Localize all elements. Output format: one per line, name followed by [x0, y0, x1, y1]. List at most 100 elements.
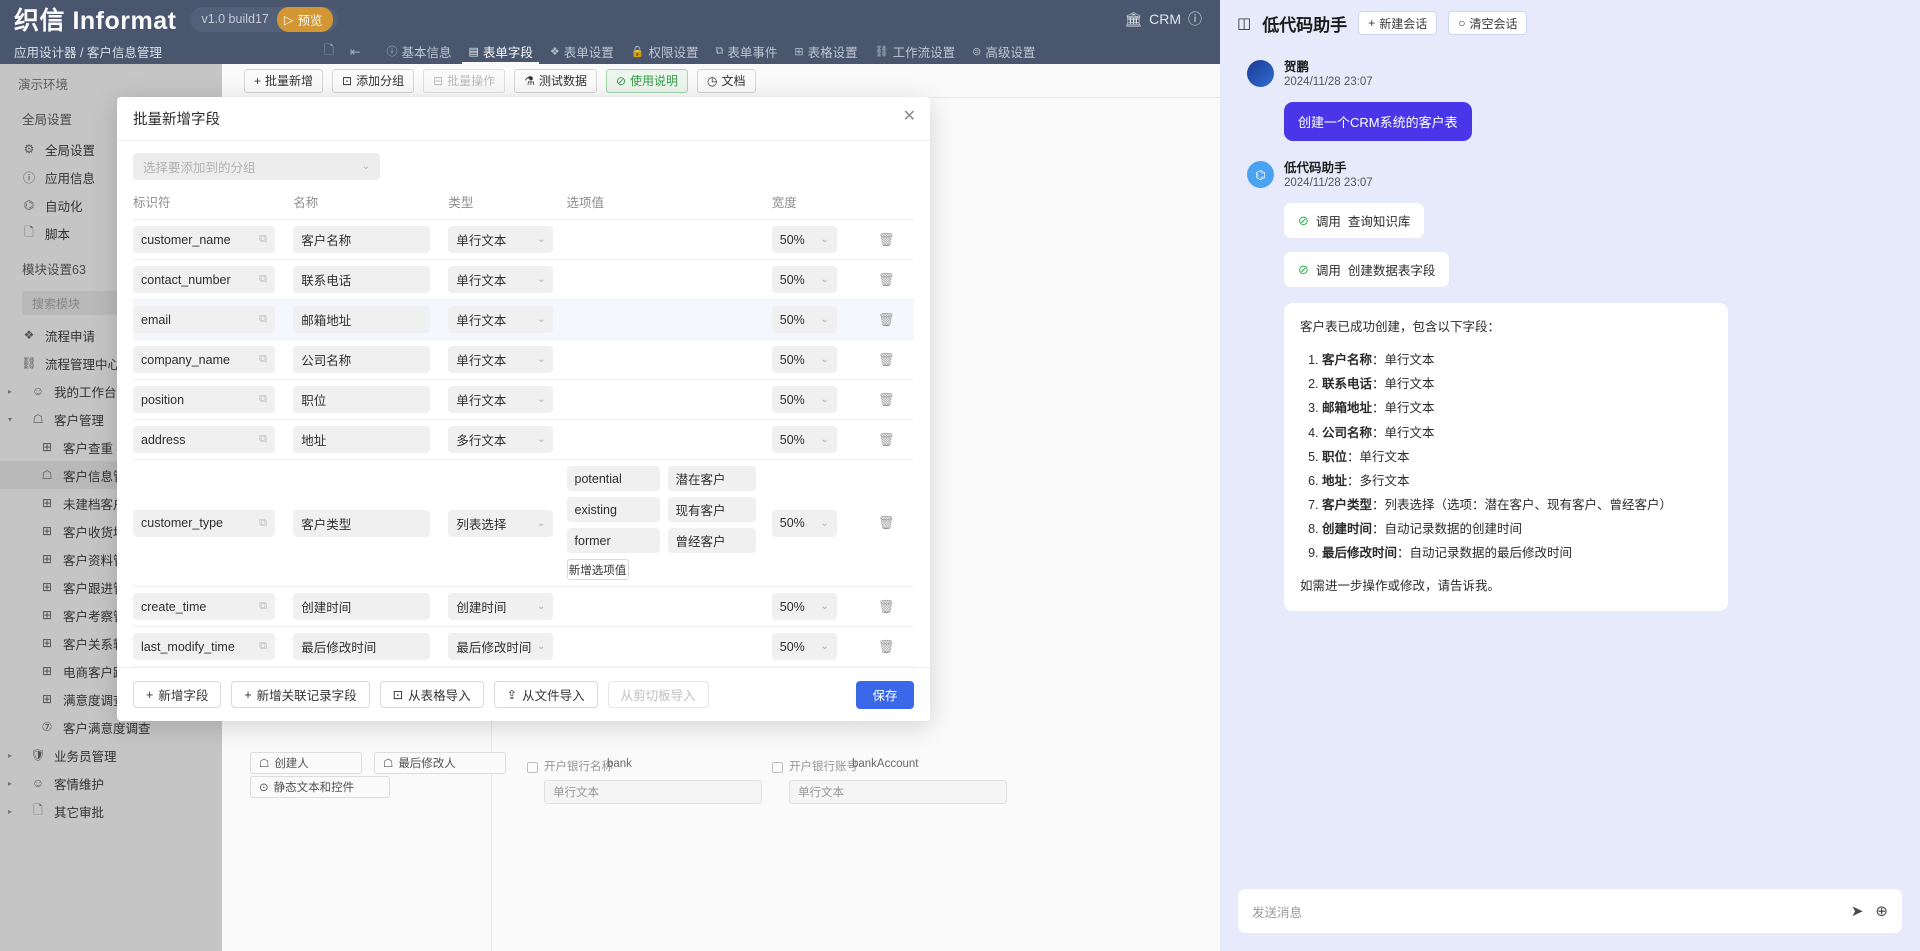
copy-icon[interactable]: ⧉ [259, 517, 267, 530]
name-input[interactable]: 地址 [293, 426, 430, 453]
clear-session-button[interactable]: ○ 清空会话 [1448, 11, 1527, 35]
add-linked-record-field-button[interactable]: + 新增关联记录字段 [231, 681, 369, 708]
copy-icon[interactable]: ⧉ [259, 313, 267, 326]
identifier-input[interactable]: contact_number⧉ [133, 266, 275, 293]
identifier-input[interactable]: customer_type⧉ [133, 510, 275, 537]
user-name: 贺鹏 [1284, 60, 1373, 75]
copy-icon[interactable]: ⧉ [259, 273, 267, 286]
trash-icon[interactable]: 🗑 [872, 639, 895, 654]
option-key-input[interactable]: former [567, 528, 660, 553]
option-key-input[interactable]: potential [567, 466, 660, 491]
name-input[interactable]: 联系电话 [293, 266, 430, 293]
col-options: 选项值 [567, 192, 772, 220]
type-select[interactable]: 单行文本⌄ [448, 346, 553, 373]
type-select[interactable]: 列表选择⌄ [448, 510, 553, 537]
app-root: 织信 Informat v1.0 build17 ▷ 预览 🏛 CRM ⓘ 应用… [0, 0, 1920, 951]
panel-icon[interactable]: ◫ [1237, 14, 1251, 32]
name-input[interactable]: 客户名称 [293, 226, 430, 253]
type-select[interactable]: 多行文本⌄ [448, 426, 553, 453]
field-desc: 自动记录数据的最后修改时间 [1410, 546, 1573, 560]
name-input[interactable]: 创建时间 [293, 593, 430, 620]
type-select[interactable]: 创建时间⌄ [448, 593, 553, 620]
width-select[interactable]: 50%⌄ [772, 266, 837, 293]
message-input[interactable]: 发送消息 [1252, 902, 1839, 921]
name-input[interactable]: 客户类型 [293, 510, 430, 537]
width-select[interactable]: 50%⌄ [772, 426, 837, 453]
message-input-wrap[interactable]: 发送消息 ➤ ⊕ [1238, 889, 1902, 933]
trash-icon[interactable]: 🗑 [872, 352, 895, 367]
copy-icon[interactable]: ⧉ [259, 233, 267, 246]
cell-width: 50%⌄ [772, 300, 872, 340]
width-select[interactable]: 50%⌄ [772, 226, 837, 253]
type-select[interactable]: 单行文本⌄ [448, 266, 553, 293]
chevron-down-icon: ⌄ [820, 641, 828, 652]
user-message-bubble: 创建一个CRM系统的客户表 [1284, 102, 1472, 141]
cell-width: 50%⌄ [772, 627, 872, 667]
copy-icon[interactable]: ⧉ [259, 433, 267, 446]
button-label: 新增字段 [158, 685, 208, 704]
name-input[interactable]: 最后修改时间 [293, 633, 430, 660]
copy-icon[interactable]: ⧉ [259, 393, 267, 406]
trash-icon[interactable]: 🗑 [872, 432, 895, 447]
type-value: 列表选择 [456, 514, 506, 533]
trash-icon[interactable]: 🗑 [872, 599, 895, 614]
close-icon[interactable]: ✕ [903, 109, 916, 125]
chevron-down-icon: ⌄ [537, 434, 545, 445]
tool-call-create-table-fields[interactable]: ⊘ 调用 创建数据表字段 [1284, 252, 1449, 287]
trash-icon[interactable]: 🗑 [872, 515, 895, 530]
option-value-input[interactable]: 曾经客户 [668, 528, 756, 553]
type-select[interactable]: 单行文本⌄ [448, 386, 553, 413]
copy-icon[interactable]: ⧉ [259, 600, 267, 613]
cell-type: 单行文本⌄ [448, 260, 566, 300]
trash-icon[interactable]: 🗑 [872, 392, 895, 407]
cell-actions: 🗑 [872, 460, 914, 587]
save-button[interactable]: 保存 [856, 681, 914, 709]
list-item: 客户名称：单行文本 [1322, 349, 1712, 372]
option-value-input[interactable]: 潜在客户 [668, 466, 756, 491]
tool-call-knowledge-base[interactable]: ⊘ 调用 查询知识库 [1284, 203, 1424, 238]
identifier-input[interactable]: position⧉ [133, 386, 275, 413]
trash-icon[interactable]: 🗑 [872, 272, 895, 287]
option-key-input[interactable]: existing [567, 497, 660, 522]
type-select[interactable]: 单行文本⌄ [448, 226, 553, 253]
import-from-file-button[interactable]: ⇪ 从文件导入 [494, 681, 598, 708]
import-from-clipboard-button[interactable]: 从剪切板导入 [608, 681, 709, 708]
type-select[interactable]: 单行文本⌄ [448, 306, 553, 333]
table-row: position⧉ 职位 单行文本⌄ 50%⌄ 🗑 [133, 380, 914, 420]
group-select[interactable]: 选择要添加到的分组 ⌄ [133, 153, 380, 180]
width-select[interactable]: 50%⌄ [772, 510, 837, 537]
name-input[interactable]: 邮箱地址 [293, 306, 430, 333]
copy-icon[interactable]: ⧉ [259, 640, 267, 653]
identifier-input[interactable]: create_time⧉ [133, 593, 275, 620]
identifier-input[interactable]: email⧉ [133, 306, 275, 333]
name-input[interactable]: 公司名称 [293, 346, 430, 373]
add-field-button[interactable]: + 新增字段 [133, 681, 221, 708]
option-value-input[interactable]: 现有客户 [668, 497, 756, 522]
identifier-input[interactable]: address⧉ [133, 426, 275, 453]
send-icon[interactable]: ➤ [1851, 902, 1864, 920]
option-key: former [575, 534, 611, 548]
cell-type: 单行文本⌄ [448, 220, 566, 260]
width-select[interactable]: 50%⌄ [772, 633, 837, 660]
identifier-input[interactable]: customer_name⧉ [133, 226, 275, 253]
width-select[interactable]: 50%⌄ [772, 593, 837, 620]
cell-actions: 🗑 [872, 627, 914, 667]
new-session-button[interactable]: + 新建会话 [1358, 11, 1437, 35]
trash-icon[interactable]: 🗑 [872, 232, 895, 247]
identifier-input[interactable]: last_modify_time⧉ [133, 633, 275, 660]
type-select[interactable]: 最后修改时间⌄ [448, 633, 553, 660]
import-from-table-button[interactable]: ⊡ 从表格导入 [380, 681, 484, 708]
plus-circle-icon[interactable]: ⊕ [1875, 902, 1888, 920]
name-input[interactable]: 职位 [293, 386, 430, 413]
identifier-input[interactable]: company_name⧉ [133, 346, 275, 373]
trash-icon[interactable]: 🗑 [872, 312, 895, 327]
width-select[interactable]: 50%⌄ [772, 306, 837, 333]
width-select[interactable]: 50%⌄ [772, 386, 837, 413]
add-option-button[interactable]: 新增选项值 [567, 559, 629, 580]
field-desc: 列表选择（选项：潜在客户、现有客户、曾经客户） [1385, 498, 1673, 512]
width-select[interactable]: 50%⌄ [772, 346, 837, 373]
cell-width: 50%⌄ [772, 340, 872, 380]
cell-identifier: company_name⧉ [133, 340, 293, 380]
copy-icon[interactable]: ⧉ [259, 353, 267, 366]
cell-name: 联系电话 [293, 260, 448, 300]
